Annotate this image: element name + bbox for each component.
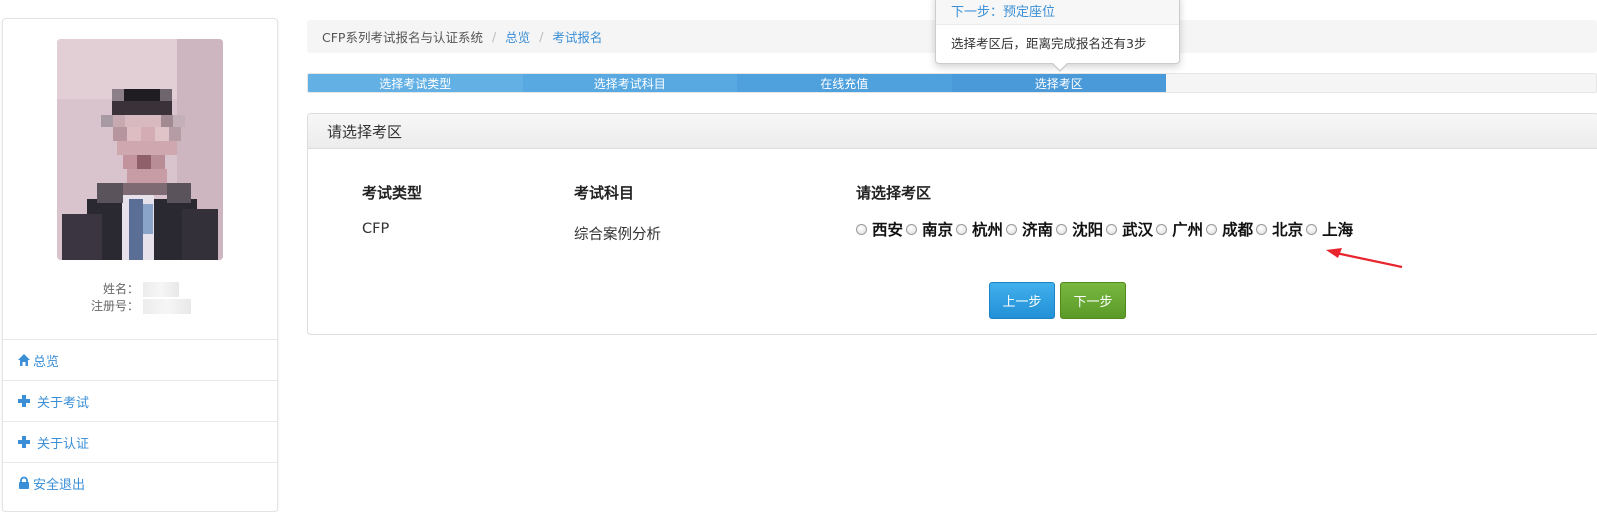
region-label: 沈阳 (1072, 220, 1104, 239)
radio-button[interactable] (1006, 223, 1018, 235)
radio-button[interactable] (1156, 223, 1168, 235)
region-option-chengdu[interactable]: 成都 (1206, 218, 1253, 240)
region-label: 成都 (1222, 220, 1254, 239)
sidebar-item-label: 安全退出 (33, 477, 86, 493)
progress-fill: 选择考试类型 选择考试科目 在线充值 选择考区 (308, 74, 1166, 92)
region-option-nanjing[interactable]: 南京 (906, 218, 953, 240)
exam-subject-value: 综合案例分析 (574, 227, 661, 243)
radio-button[interactable] (1306, 223, 1318, 235)
exam-type-value: CFP (362, 221, 390, 237)
breadcrumb-overview-link[interactable]: 总览 (505, 27, 530, 46)
home-icon (18, 354, 30, 366)
column-header-exam-type: 考试类型 (362, 184, 423, 202)
radio-button[interactable] (1256, 223, 1268, 235)
reg-label: 注册号： (90, 299, 139, 313)
breadcrumb-separator: / (539, 29, 544, 44)
avatar (57, 39, 223, 260)
region-option-shanghai[interactable]: 上海 (1306, 218, 1353, 240)
region-label: 广州 (1172, 220, 1204, 239)
progress-step-exam-subject: 选择考试科目 (522, 74, 737, 92)
radio-button[interactable] (956, 223, 968, 235)
user-info: 姓名： 注册号： (3, 281, 279, 315)
progress-step-region: 选择考区 (951, 74, 1166, 92)
region-option-jinan[interactable]: 济南 (1006, 218, 1053, 240)
lock-icon (19, 476, 29, 489)
popover-body: 选择考区后，距离完成报名还有3步 (951, 36, 1147, 51)
breadcrumb-separator: / (491, 29, 497, 44)
registration-progress: 选择考试类型 选择考试科目 在线充值 选择考区 (307, 73, 1597, 93)
sidebar: 姓名： 注册号： 总览 关于考试 关于认证 安全退出 (2, 18, 278, 512)
region-panel: 请选择考区 考试类型 考试科目 请选择考区 CFP 综合案例分析 西安 南京 杭… (307, 113, 1597, 335)
sidebar-nav: 总览 关于考试 关于认证 安全退出 (3, 339, 277, 503)
region-option-xian[interactable]: 西安 (856, 218, 903, 240)
region-label: 上海 (1322, 220, 1354, 239)
sidebar-item-label: 关于认证 (37, 436, 90, 452)
sidebar-item-label: 关于考试 (37, 395, 90, 411)
next-step-popover: 下一步：预定座位 选择考区后，距离完成报名还有3步 (935, 0, 1180, 72)
next-step-button[interactable]: 下一步 (1060, 282, 1126, 319)
reg-value-redacted (143, 299, 191, 314)
region-option-hangzhou[interactable]: 杭州 (956, 218, 1003, 240)
reg-row: 注册号： (3, 298, 279, 315)
annotation-arrow-icon (1326, 248, 1403, 269)
breadcrumb-system: CFP系列考试报名与认证系统 (322, 30, 483, 45)
plus-icon (18, 395, 30, 407)
region-option-shenyang[interactable]: 沈阳 (1056, 218, 1103, 240)
radio-button[interactable] (906, 223, 918, 235)
breadcrumb-registration-link[interactable]: 考试报名 (552, 27, 602, 46)
region-option-wuhan[interactable]: 武汉 (1106, 218, 1153, 240)
sidebar-item-about-cert[interactable]: 关于认证 (3, 421, 277, 462)
region-label: 南京 (922, 220, 954, 239)
radio-button[interactable] (1206, 223, 1218, 235)
radio-button[interactable] (1106, 223, 1118, 235)
sidebar-item-about-exam[interactable]: 关于考试 (3, 380, 277, 421)
name-label: 姓名： (102, 282, 139, 296)
region-label: 西安 (872, 220, 904, 239)
name-row: 姓名： (3, 281, 279, 298)
region-option-guangzhou[interactable]: 广州 (1156, 218, 1203, 240)
region-label: 济南 (1022, 220, 1054, 239)
region-label: 北京 (1272, 220, 1304, 239)
sidebar-item-logout[interactable]: 安全退出 (3, 462, 277, 503)
progress-step-exam-type: 选择考试类型 (308, 74, 523, 92)
region-radio-group: 西安 南京 杭州 济南 沈阳 武汉 广州 成都 北京 上海 (856, 218, 1356, 240)
panel-heading: 请选择考区 (308, 114, 1597, 149)
region-label: 武汉 (1122, 220, 1154, 239)
popover-title: 下一步：预定座位 (936, 0, 1179, 25)
region-label: 杭州 (972, 220, 1004, 239)
sidebar-item-label: 总览 (33, 354, 60, 370)
sidebar-item-overview[interactable]: 总览 (3, 339, 277, 380)
prev-step-button[interactable]: 上一步 (989, 282, 1055, 319)
plus-icon (18, 436, 30, 448)
radio-button[interactable] (1056, 223, 1068, 235)
name-value-redacted (143, 282, 179, 297)
popover-arrow (1051, 62, 1069, 72)
column-header-exam-subject: 考试科目 (574, 184, 635, 202)
column-header-region: 请选择考区 (856, 184, 932, 202)
radio-button[interactable] (856, 223, 867, 235)
region-option-beijing[interactable]: 北京 (1256, 218, 1303, 240)
progress-step-recharge: 在线充值 (737, 74, 952, 92)
